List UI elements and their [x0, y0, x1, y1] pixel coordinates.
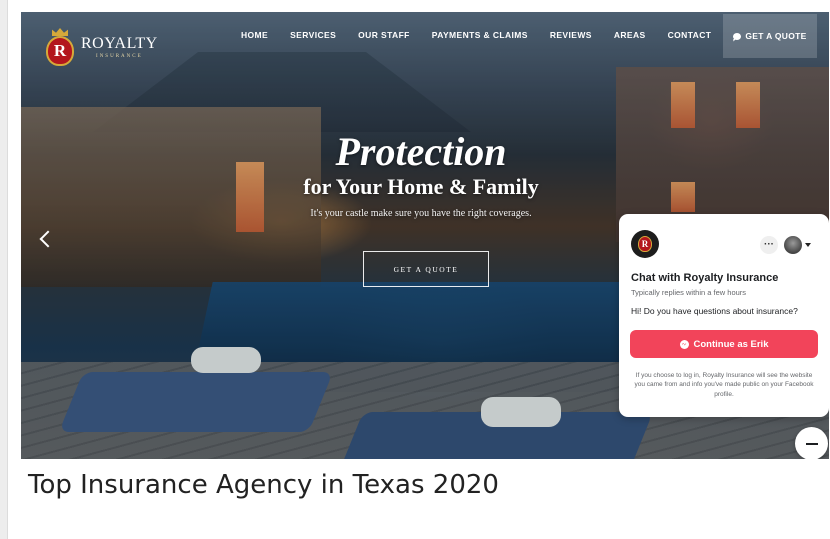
chat-greeting: Hi! Do you have questions about insuranc… [631, 306, 798, 316]
chat-title: Chat with Royalty Insurance [631, 272, 779, 284]
nav-item-reviews[interactable]: REVIEWS [550, 30, 592, 40]
hero-subheadline: for Your Home & Family [303, 174, 539, 199]
main-nav: HOME SERVICES OUR STAFF PAYMENTS & CLAIM… [241, 12, 733, 57]
hero-banner: R ROYALTY INSURANCE HOME SERVICES OUR ST… [21, 12, 829, 459]
more-options-icon[interactable]: ··· [760, 236, 778, 254]
continue-as-button[interactable]: Continue as Erik [630, 330, 818, 358]
nav-item-our-staff[interactable]: OUR STAFF [358, 30, 410, 40]
user-profile-icon[interactable] [784, 236, 802, 254]
slider-prev-arrow[interactable] [38, 228, 52, 250]
logo-text: ROYALTY INSURANCE [81, 34, 158, 59]
page-frame: R ROYALTY INSURANCE HOME SERVICES OUR ST… [7, 0, 830, 539]
get-a-quote-nav-button[interactable]: GET A QUOTE [723, 14, 817, 58]
brand-logo[interactable]: R ROYALTY INSURANCE [43, 28, 158, 66]
hero-headline-block: Protection for Your Home & Family It's y… [221, 129, 621, 220]
continue-as-label: Continue as Erik [693, 338, 769, 350]
image-caption: Top Insurance Agency in Texas 2020 [28, 470, 499, 500]
nav-item-home[interactable]: HOME [241, 30, 268, 40]
get-a-quote-nav-label: GET A QUOTE [745, 31, 807, 41]
logo-letter: R [46, 36, 74, 66]
messenger-icon [679, 339, 689, 349]
hero-tagline: It's your castle make sure you have the … [310, 208, 532, 219]
nav-item-areas[interactable]: AREAS [614, 30, 646, 40]
crest-icon: R [43, 28, 77, 66]
hero-get-a-quote-button[interactable]: GET A QUOTE [363, 251, 489, 287]
messenger-chat-widget: R ··· Chat with Royalty Insurance Typica… [619, 214, 829, 417]
hero-headline: Protection [335, 129, 507, 174]
logo-tagline: INSURANCE [96, 53, 143, 59]
minus-icon [805, 442, 818, 445]
nav-item-payments-claims[interactable]: PAYMENTS & CLAIMS [432, 30, 528, 40]
chat-status: Typically replies within a few hours [631, 288, 747, 297]
nav-item-contact[interactable]: CONTACT [668, 30, 712, 40]
nav-item-services[interactable]: SERVICES [290, 30, 336, 40]
chat-bubble-icon [733, 32, 742, 40]
crown-icon [52, 28, 68, 36]
avatar-logo-letter: R [638, 236, 652, 252]
chevron-down-icon[interactable] [805, 243, 811, 247]
logo-name: ROYALTY [81, 34, 158, 52]
page-avatar: R [631, 230, 659, 258]
minimize-chat-button[interactable] [795, 427, 828, 459]
chat-disclaimer: If you choose to log in, Royalty Insuran… [634, 372, 814, 398]
